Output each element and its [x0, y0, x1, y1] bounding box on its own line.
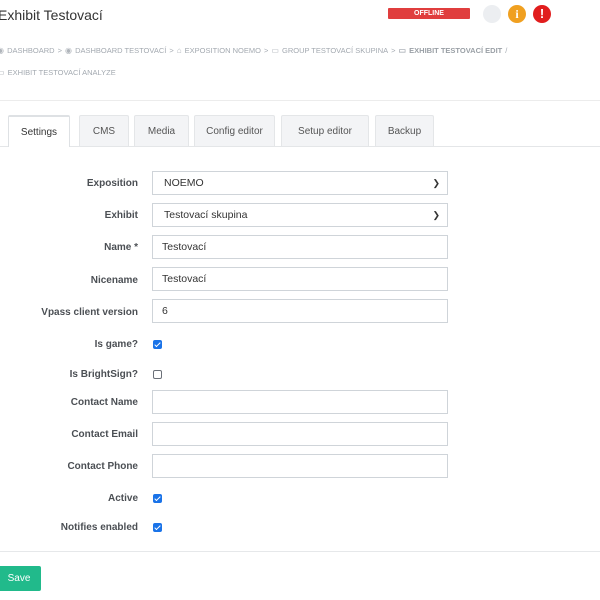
breadcrumb-item-dashboard-testovaci[interactable]: ◉ DASHBOARD TESTOVACÍ [65, 46, 166, 55]
nicename-input[interactable]: Testovací [152, 267, 448, 291]
is-game-checkbox[interactable] [153, 340, 162, 349]
exposition-label: Exposition [86, 178, 138, 189]
tab-setup-editor[interactable]: Setup editor [281, 115, 369, 146]
page-header: Exhibit Testovací OFFLINE i ! [0, 0, 600, 32]
active-label: Active [107, 493, 138, 504]
is-brightsign-checkbox[interactable] [153, 370, 162, 379]
alert-icon[interactable]: ! [533, 5, 551, 23]
is-game-label: Is game? [94, 339, 138, 350]
tab-config-editor[interactable]: Config editor [194, 115, 275, 146]
exhibit-select[interactable]: Testovací skupina ❯ [152, 203, 448, 227]
breadcrumb: ◉ DASHBOARD > ◉ DASHBOARD TESTOVACÍ > ⌂ EXPO… [0, 40, 567, 84]
museum-icon: ⌂ [176, 46, 182, 55]
name-label: Name * [104, 242, 138, 253]
contact-email-label: Contact Email [71, 429, 138, 440]
notifies-enabled-label: Notifies enabled [60, 522, 138, 533]
chevron-down-icon: ❯ [432, 210, 440, 220]
contact-phone-input[interactable] [152, 454, 448, 478]
contact-name-label: Contact Name [70, 397, 138, 408]
vpass-version-input[interactable]: 6 [152, 299, 448, 323]
contact-name-input[interactable] [152, 390, 448, 414]
avatar[interactable] [483, 5, 501, 23]
vpass-version-label: Vpass client version [41, 307, 138, 318]
monitor-icon: ▭ [398, 46, 407, 55]
status-badge: OFFLINE [388, 8, 470, 19]
contact-email-input[interactable] [152, 422, 448, 446]
monitor-icon: ▭ [0, 68, 5, 77]
breadcrumb-item-exposition[interactable]: ⌂ EXPOSITION NOEMO [177, 46, 261, 55]
contact-phone-label: Contact Phone [67, 461, 138, 472]
form-footer-divider [0, 551, 600, 552]
dashboard-icon: ◉ [64, 46, 72, 55]
notifies-enabled-checkbox[interactable] [153, 523, 162, 532]
breadcrumb-item-exhibit-edit[interactable]: ▭ EXHIBIT TESTOVACÍ EDIT [399, 46, 503, 55]
active-checkbox[interactable] [153, 494, 162, 503]
info-icon[interactable]: i [508, 5, 526, 23]
is-brightsign-label: Is BrightSign? [69, 369, 138, 380]
save-button[interactable]: Save [0, 566, 41, 591]
tab-settings[interactable]: Settings [8, 115, 70, 147]
page-title: Exhibit Testovací [0, 7, 103, 23]
nicename-label: Nicename [90, 275, 138, 286]
header-divider [0, 100, 600, 101]
tab-cms[interactable]: CMS [79, 115, 129, 146]
name-input[interactable]: Testovací [152, 235, 448, 259]
exposition-select[interactable]: NOEMO ❯ [152, 171, 448, 195]
tab-backup[interactable]: Backup [375, 115, 434, 146]
tab-underline [0, 146, 600, 147]
chevron-down-icon: ❯ [432, 178, 440, 188]
tab-media[interactable]: Media [134, 115, 189, 146]
exhibit-label: Exhibit [104, 210, 138, 221]
dashboard-icon: ◉ [0, 46, 4, 55]
monitor-icon: ▭ [271, 46, 279, 55]
breadcrumb-item-group[interactable]: ▭ GROUP TESTOVACÍ SKUPINA [271, 46, 388, 55]
breadcrumb-item-exhibit-analyze[interactable]: ▭ EXHIBIT TESTOVACÍ ANALYZE [0, 68, 116, 77]
breadcrumb-item-dashboard[interactable]: ◉ DASHBOARD [0, 46, 55, 55]
